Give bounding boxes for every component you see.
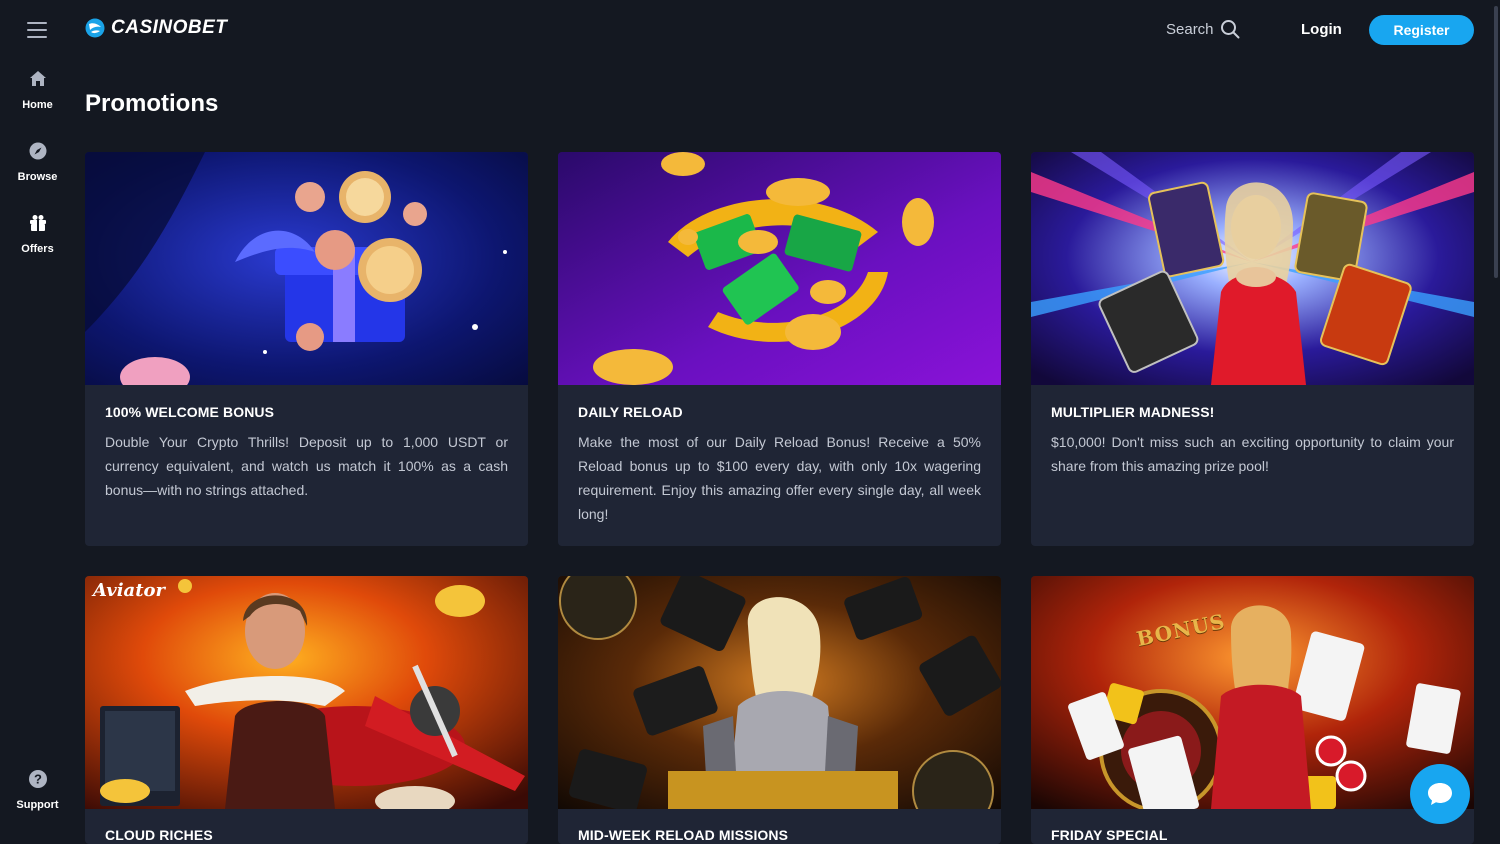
gift-icon — [29, 215, 46, 231]
promo-title: FRIDAY SPECIAL — [1051, 827, 1168, 843]
promo-title: 100% WELCOME BONUS — [105, 404, 275, 420]
promo-card-friday-special[interactable]: BONUS FRIDAY SPECIAL — [1031, 576, 1474, 844]
promo-card-mid-week-reload[interactable]: MID-WEEK RELOAD MISSIONS — [558, 576, 1001, 844]
compass-icon — [29, 142, 46, 160]
promo-title: DAILY RELOAD — [578, 404, 683, 420]
sidebar-item-support[interactable]: ? Support — [0, 769, 75, 813]
casinobet-logo[interactable]: CASINOBET — [85, 17, 227, 39]
live-chat-button[interactable] — [1410, 764, 1470, 824]
promo-title: MID-WEEK RELOAD MISSIONS — [578, 827, 789, 843]
chat-icon — [1428, 783, 1452, 805]
page-title: Promotions — [85, 90, 219, 117]
promo-banner-image — [85, 152, 528, 385]
sidebar-item-offers[interactable]: Offers — [0, 213, 75, 257]
logo-mark-icon — [85, 18, 105, 38]
promo-description: Make the most of our Daily Reload Bonus!… — [578, 434, 981, 522]
search-button[interactable]: Search — [1166, 19, 1240, 39]
register-button[interactable]: Register — [1369, 15, 1474, 45]
sidebar: Home Browse Offers ? Support — [0, 0, 75, 844]
aviator-logo: Aviator — [93, 580, 165, 601]
home-icon — [29, 71, 46, 86]
search-label: Search — [1166, 20, 1214, 38]
sidebar-item-label: Offers — [21, 243, 54, 255]
sidebar-item-home[interactable]: Home — [0, 69, 75, 113]
hamburger-icon[interactable] — [27, 22, 47, 38]
brand-name: CASINOBET — [111, 17, 228, 38]
scrollbar-thumb[interactable] — [1494, 6, 1498, 278]
promo-title: CLOUD RICHES — [105, 827, 213, 843]
sidebar-item-browse[interactable]: Browse — [0, 141, 75, 185]
question-icon: ? — [28, 770, 47, 788]
promo-title: MULTIPLIER MADNESS! — [1051, 404, 1215, 420]
page-scrollbar[interactable] — [1492, 0, 1500, 844]
promo-banner-image — [1031, 152, 1474, 385]
search-icon — [1220, 20, 1240, 39]
promo-card-daily-reload[interactable]: DAILY RELOAD Make the most of our Daily … — [558, 152, 1001, 546]
promo-card-welcome-bonus[interactable]: 100% WELCOME BONUS Double Your Crypto Th… — [85, 152, 528, 546]
promo-banner-image: Aviator — [85, 576, 528, 809]
promo-card-multiplier-madness[interactable]: MULTIPLIER MADNESS! $10,000! Don't miss … — [1031, 152, 1474, 546]
sidebar-item-label: Support — [16, 799, 59, 811]
promo-banner-image: BONUS — [1031, 576, 1474, 809]
promo-banner-image — [558, 576, 1001, 809]
sidebar-item-label: Home — [22, 99, 53, 111]
promo-description: Double Your Crypto Thrills! Deposit up t… — [105, 434, 508, 498]
promo-card-cloud-riches[interactable]: Aviator CLOUD RICHES — [85, 576, 528, 844]
svg-text:?: ? — [34, 772, 42, 787]
promo-banner-image — [558, 152, 1001, 385]
login-button[interactable]: Login — [1301, 21, 1342, 38]
promo-description: $10,000! Don't miss such an exciting opp… — [1051, 434, 1454, 474]
sidebar-item-label: Browse — [17, 171, 58, 183]
